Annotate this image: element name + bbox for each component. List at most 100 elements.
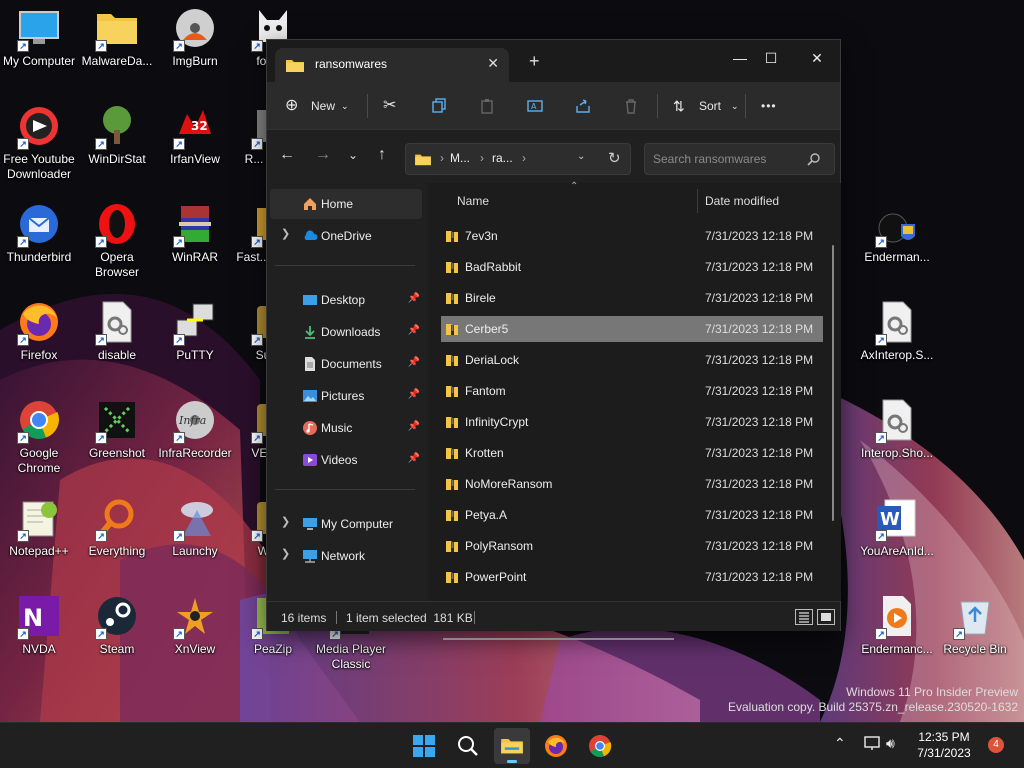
desktop-icon[interactable]: ↗ Everything bbox=[78, 490, 156, 578]
desktop-icon[interactable]: ↗ XnView bbox=[156, 588, 234, 676]
desktop-icon[interactable]: W ↗ YouAreAnId... bbox=[858, 490, 936, 578]
file-row[interactable]: InfinityCrypt 7/31/2023 12:18 PM bbox=[441, 409, 823, 435]
search-button[interactable] bbox=[450, 728, 486, 764]
sidebar-item-home[interactable]: Home bbox=[270, 189, 422, 219]
chevron-right-icon[interactable]: ❯ bbox=[281, 515, 290, 528]
sidebar-item-desktop[interactable]: Desktop 📌 bbox=[270, 285, 422, 315]
desktop-icon[interactable]: ↗ Recycle Bin bbox=[936, 588, 1014, 676]
sidebar-item-network[interactable]: ❯ Network bbox=[270, 541, 422, 571]
tab-ransomwares[interactable]: ransomwares ✕ bbox=[275, 48, 509, 82]
forward-button[interactable]: → bbox=[309, 141, 337, 169]
breadcrumb-item[interactable]: M... bbox=[450, 151, 470, 165]
close-tab-icon[interactable]: ✕ bbox=[487, 55, 499, 72]
desktop-icon[interactable]: ↗ Opera Browser bbox=[78, 196, 156, 284]
desktop-icon[interactable]: ↗ disable bbox=[78, 294, 156, 382]
sidebar-item-videos[interactable]: Videos 📌 bbox=[270, 445, 422, 475]
desktop-icon[interactable]: ↗ Notepad++ bbox=[0, 490, 78, 578]
file-row[interactable]: PowerPoint 7/31/2023 12:18 PM bbox=[441, 564, 823, 590]
desktop-icon[interactable]: ↗ Free Youtube Downloader bbox=[0, 98, 78, 186]
up-button[interactable]: ↑ bbox=[368, 141, 396, 169]
shortcut-arrow-icon: ↗ bbox=[875, 628, 887, 640]
refresh-icon[interactable]: ↻ bbox=[608, 149, 621, 167]
maximize-button[interactable]: ☐ bbox=[751, 44, 791, 72]
chevron-down-icon[interactable]: ⌄ bbox=[577, 151, 585, 162]
desktop-icon[interactable]: ↗ MalwareDa... bbox=[78, 0, 156, 88]
sidebar-item-my-computer[interactable]: ❯ My Computer bbox=[270, 509, 422, 539]
start-button[interactable] bbox=[406, 728, 442, 764]
desktop-icon[interactable]: ↗ WinRAR bbox=[156, 196, 234, 284]
desktop-icon[interactable]: ↗ Interop.Sho... bbox=[858, 392, 936, 480]
sort-button[interactable]: ⇅ Sort ⌄ bbox=[673, 92, 739, 120]
network-status-icon[interactable] bbox=[864, 735, 880, 751]
desktop-icon[interactable]: ↗ Launchy bbox=[156, 490, 234, 578]
desktop-icon[interactable]: ↗ Steam bbox=[78, 588, 156, 676]
new-button[interactable]: ⊕ New ⌄ bbox=[285, 92, 351, 120]
file-row[interactable]: Krotten 7/31/2023 12:18 PM bbox=[441, 440, 823, 466]
new-tab-button[interactable]: + bbox=[529, 51, 540, 72]
close-window-button[interactable]: ✕ bbox=[797, 44, 837, 72]
desktop-icon[interactable]: ↗ My Computer bbox=[0, 0, 78, 88]
sidebar-divider bbox=[275, 489, 415, 490]
desktop-icon[interactable]: ↗ Enderman... bbox=[858, 196, 936, 284]
file-row[interactable]: Petya.A 7/31/2023 12:18 PM bbox=[441, 502, 823, 528]
desktop-icon[interactable]: ↗ PuTTY bbox=[156, 294, 234, 382]
delete-button[interactable] bbox=[623, 92, 643, 120]
breadcrumb-item[interactable]: ra... bbox=[492, 151, 513, 165]
file-date: 7/31/2023 12:18 PM bbox=[705, 446, 814, 460]
address-bar[interactable]: › M... › ra... › ⌄ ↻ bbox=[405, 143, 631, 175]
show-hidden-icons-button[interactable]: ⌃ bbox=[834, 735, 846, 752]
column-date-modified[interactable]: Date modified bbox=[705, 194, 779, 208]
bomb-shield-icon: ↗ bbox=[875, 202, 919, 248]
recent-locations-button[interactable]: ⌄ bbox=[339, 141, 367, 169]
file-row[interactable]: Cerber5 7/31/2023 12:18 PM bbox=[441, 316, 823, 342]
volume-icon[interactable]: 🔊︎ bbox=[886, 735, 895, 752]
share-button[interactable] bbox=[575, 92, 595, 120]
sidebar-item-downloads[interactable]: Downloads 📌 bbox=[270, 317, 422, 347]
desktop-icon-label: Opera Browser bbox=[94, 250, 139, 279]
details-view-button[interactable] bbox=[795, 609, 813, 625]
system-clock[interactable]: 12:35 PM 7/31/2023 bbox=[908, 729, 980, 761]
file-row[interactable]: Fantom 7/31/2023 12:18 PM bbox=[441, 378, 823, 404]
desktop-icon[interactable]: ↗ Thunderbird bbox=[0, 196, 78, 284]
desktop-icon[interactable]: 32 ↗ IrfanView bbox=[156, 98, 234, 186]
copy-button[interactable] bbox=[431, 92, 451, 120]
desktop-icon[interactable]: ↗ Greenshot bbox=[78, 392, 156, 480]
sidebar-item-documents[interactable]: Documents 📌 bbox=[270, 349, 422, 379]
file-row[interactable]: 7ev3n 7/31/2023 12:18 PM bbox=[441, 223, 823, 249]
file-row[interactable]: DeriaLock 7/31/2023 12:18 PM bbox=[441, 347, 823, 373]
file-row[interactable]: BadRabbit 7/31/2023 12:18 PM bbox=[441, 254, 823, 280]
chevron-right-icon[interactable]: ❯ bbox=[281, 227, 290, 240]
sidebar-item-music[interactable]: Music 📌 bbox=[270, 413, 422, 443]
cut-button[interactable]: ✂ bbox=[383, 92, 403, 120]
desktop-icon-label: NVDA bbox=[22, 642, 56, 656]
desktop-icon[interactable]: ↗ Firefox bbox=[0, 294, 78, 382]
taskbar-chrome[interactable] bbox=[582, 728, 618, 764]
title-bar[interactable]: ransomwares ✕ + — ☐ ✕ bbox=[267, 40, 840, 82]
desktop-icon[interactable]: ↗ AxInterop.S... bbox=[858, 294, 936, 382]
taskbar-file-explorer[interactable] bbox=[494, 728, 530, 764]
vertical-scrollbar[interactable] bbox=[832, 245, 834, 521]
sidebar-item-pictures[interactable]: Pictures 📌 bbox=[270, 381, 422, 411]
back-button[interactable]: ← bbox=[273, 141, 301, 169]
desktop-icon[interactable]: ↗ Google Chrome bbox=[0, 392, 78, 480]
file-row[interactable]: Birele 7/31/2023 12:18 PM bbox=[441, 285, 823, 311]
desktop-icon[interactable]: ↗ Endermanc... bbox=[858, 588, 936, 676]
chevron-right-icon[interactable]: ❯ bbox=[281, 547, 290, 560]
desktop-icon[interactable]: N ↗ NVDA bbox=[0, 588, 78, 676]
paste-button[interactable] bbox=[479, 92, 499, 120]
file-row[interactable]: PolyRansom 7/31/2023 12:18 PM bbox=[441, 533, 823, 559]
sidebar-item-onedrive[interactable]: ❯ OneDrive bbox=[270, 221, 422, 251]
desktop-icon[interactable]: ↗ WinDirStat bbox=[78, 98, 156, 186]
notification-badge[interactable]: 4 bbox=[988, 737, 1004, 753]
tiles-view-button[interactable] bbox=[817, 609, 835, 625]
column-name[interactable]: Name bbox=[457, 194, 489, 208]
file-explorer-window[interactable]: ransomwares ✕ + — ☐ ✕ ⊕ New ⌄ ✂ A ⇅ Sort… bbox=[266, 39, 841, 640]
horizontal-scrollbar[interactable] bbox=[443, 638, 674, 640]
desktop-icon[interactable]: ↗ ImgBurn bbox=[156, 0, 234, 88]
desktop-icon[interactable]: Infra ↗ InfraRecorder bbox=[156, 392, 234, 480]
file-row[interactable]: NoMoreRansom 7/31/2023 12:18 PM bbox=[441, 471, 823, 497]
rename-button[interactable]: A bbox=[527, 92, 547, 120]
taskbar-firefox[interactable] bbox=[538, 728, 574, 764]
column-separator[interactable] bbox=[697, 189, 698, 213]
more-options-button[interactable]: ••• bbox=[761, 92, 785, 120]
